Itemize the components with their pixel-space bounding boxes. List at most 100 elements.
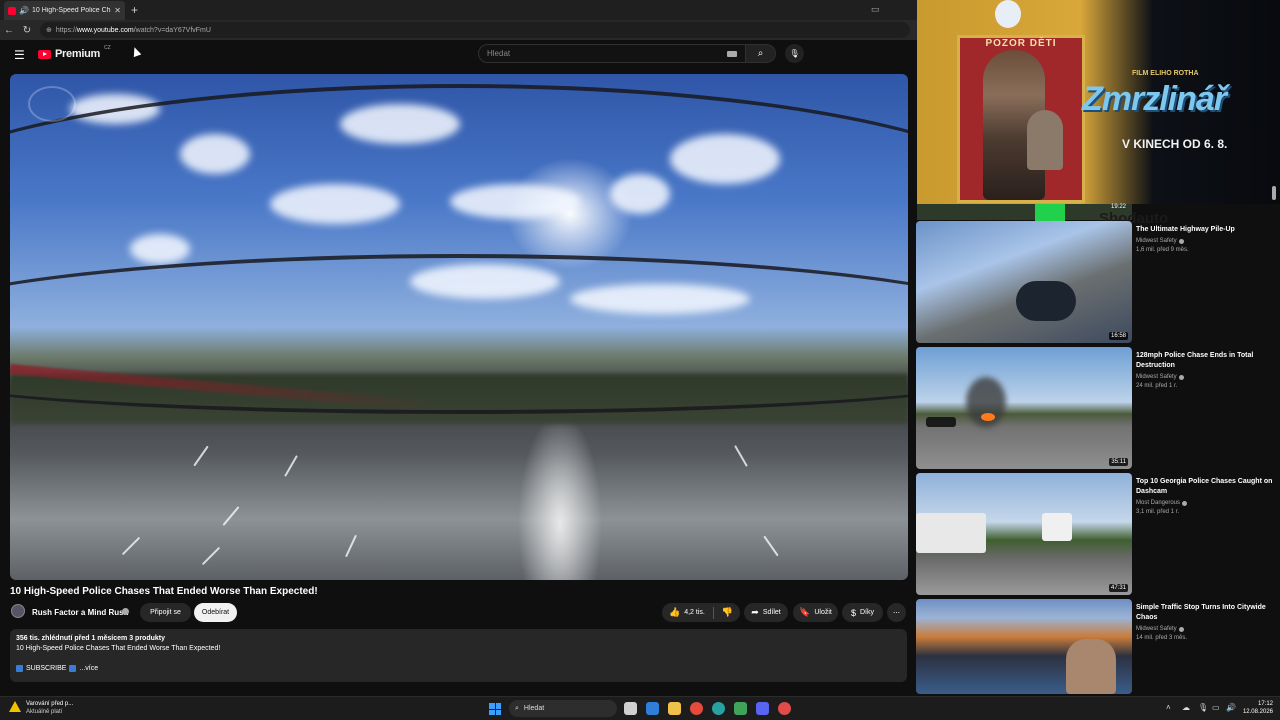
file-explorer-icon[interactable]: [668, 702, 681, 715]
search-icon: ⌕: [515, 704, 519, 712]
ad-release-date: V KINECH OD 6. 8.: [1122, 137, 1228, 151]
youtube-premium-logo[interactable]: Premium CZ: [38, 45, 111, 60]
thanks-button[interactable]: $ Díky: [842, 603, 883, 622]
save-button[interactable]: 🔖 Uložit: [793, 603, 838, 622]
menu-icon[interactable]: ☰: [14, 48, 25, 62]
browser-tab-bar: 🔊 10 High-Speed Police Chases That Ended…: [0, 0, 917, 20]
video-duration: 16:58: [1108, 332, 1128, 340]
more-actions-button[interactable]: ⋯: [887, 603, 906, 622]
more-icon: ⋯: [893, 609, 900, 617]
sidebar-video-item[interactable]: Simple Traffic Stop Turns Into Citywide …: [916, 599, 1280, 694]
video-thumbnail[interactable]: 35:11: [916, 347, 1132, 469]
description-subscribe-line: SUBSCRIBE ...více: [16, 665, 98, 672]
tray-overflow-icon[interactable]: ˄: [1166, 703, 1171, 712]
sidebar-video-item[interactable]: 47:31 Top 10 Georgia Police Chases Caugh…: [916, 473, 1280, 595]
search-placeholder: Hledat: [487, 49, 511, 58]
thumbnail-police-car: [916, 513, 986, 553]
like-count[interactable]: 4,2 tis.: [684, 609, 705, 616]
down-arrow-emoji-icon: [16, 665, 23, 672]
rain-streak: [284, 455, 298, 477]
sidebar-video-item[interactable]: 16:58 The Ultimate Highway Pile-Up Midwe…: [916, 221, 1280, 343]
video-title: 10 High-Speed Police Chases That Ended W…: [10, 586, 318, 597]
task-view-icon[interactable]: [624, 702, 637, 715]
search-input[interactable]: Hledat: [478, 44, 746, 63]
ad-figure-image: [1027, 110, 1063, 170]
divider: [712, 606, 714, 619]
address-bar-row: ← ↻ ⊕ https://www.youtube.com/watch?v=da…: [0, 20, 917, 40]
clock-date: 12.08.2026: [1242, 709, 1273, 715]
video-title: Simple Traffic Stop Turns Into Citywide …: [1136, 604, 1266, 621]
dislike-icon[interactable]: 👎: [722, 607, 733, 618]
windshield-wiper-arc: [10, 334, 908, 414]
window-control-icon[interactable]: ▭: [871, 4, 880, 15]
youtube-play-icon: [38, 49, 51, 59]
video-thumbnail[interactable]: 47:31: [916, 473, 1132, 595]
channel-name: Midwest Safety: [1136, 374, 1177, 380]
channel-name[interactable]: Rush Factor a Mind Rush: [32, 608, 128, 617]
browser-tab[interactable]: 🔊 10 High-Speed Police Chases That Ended…: [4, 1, 125, 20]
save-label: Uložit: [814, 609, 832, 616]
tab-title: 10 High-Speed Police Chases That Ended W…: [31, 7, 111, 14]
video-thumbnail[interactable]: 16:58: [916, 221, 1132, 343]
start-button[interactable]: [489, 703, 501, 715]
microphone-icon[interactable]: 🎙: [1198, 703, 1208, 712]
sidebar-video-item[interactable]: 35:11 128mph Police Chase Ends in Total …: [916, 347, 1280, 469]
new-tab-button[interactable]: +: [131, 3, 138, 17]
rain-streak: [201, 546, 221, 566]
taskbar-search[interactable]: ⌕ Hledat: [509, 700, 617, 717]
system-clock[interactable]: 17:12 12.08.2026: [1241, 700, 1273, 716]
sidebar-scrollbar[interactable]: [1272, 186, 1276, 200]
sidebar-item-partial[interactable]: Shodauto 19:22: [917, 204, 1168, 244]
weather-warning-icon[interactable]: [9, 701, 21, 712]
keyboard-icon[interactable]: [727, 50, 737, 57]
volume-icon[interactable]: 🔊: [1226, 703, 1236, 712]
view-meta: 356 tis. zhlédnutí před 1 měsícem 3 prod…: [16, 635, 165, 642]
rain-streak: [121, 536, 141, 556]
mail-icon[interactable]: [646, 702, 659, 715]
weather-warning-title[interactable]: Varování před p...: [26, 701, 73, 707]
search-icon: ⌕: [757, 48, 764, 59]
advertisement-banner[interactable]: POZOR DĚTI FILM ELIHO ROTHA Zmrzlinář V …: [917, 0, 1280, 204]
video-stats: 24 mil. před 1 r.: [1136, 383, 1178, 389]
store-icon[interactable]: [734, 702, 747, 715]
chrome-icon[interactable]: [690, 702, 703, 715]
verified-icon: [122, 608, 129, 615]
discord-icon[interactable]: [756, 702, 769, 715]
site-info-icon[interactable]: ⊕: [46, 26, 52, 34]
address-field[interactable]: ⊕ https://www.youtube.com/watch?v=daY67V…: [40, 22, 910, 38]
share-button[interactable]: ➦ Sdílet: [744, 603, 788, 622]
video-thumbnail[interactable]: [916, 599, 1132, 694]
show-more-link[interactable]: ...více: [79, 665, 98, 672]
ad-mascot-image: [995, 0, 1021, 28]
app-icon[interactable]: [778, 702, 791, 715]
rain-streak: [734, 445, 748, 467]
audio-playing-icon[interactable]: 🔊: [19, 6, 29, 15]
taskbar-search-label: Hledat: [523, 705, 545, 712]
video-stats: 1,6 mil. před 9 měs.: [1136, 247, 1189, 253]
verified-icon: [1178, 626, 1184, 632]
reload-icon[interactable]: ↻: [18, 25, 36, 36]
channel-name: Midwest Safety: [1136, 626, 1177, 632]
close-tab-icon[interactable]: ✕: [114, 6, 121, 15]
edge-icon[interactable]: [712, 702, 725, 715]
thanks-label: Díky: [860, 609, 874, 616]
back-icon[interactable]: ←: [0, 25, 18, 36]
youtube-favicon-icon: [8, 6, 16, 15]
cloud-icon[interactable]: ☁: [1182, 703, 1190, 712]
voice-search-button[interactable]: 🎙: [785, 44, 804, 63]
description-box[interactable]: 356 tis. zhlédnutí před 1 měsícem 3 prod…: [10, 629, 907, 682]
search-button[interactable]: ⌕: [746, 44, 776, 63]
join-button[interactable]: Připojit se: [140, 603, 191, 622]
network-icon[interactable]: ▭: [1212, 703, 1220, 712]
description-text: 10 High-Speed Police Chases That Ended W…: [16, 645, 221, 652]
video-player[interactable]: [10, 74, 908, 580]
channel-avatar[interactable]: [11, 604, 25, 618]
like-icon[interactable]: 👍: [669, 607, 680, 618]
bookmark-icon: 🔖: [799, 607, 811, 617]
thumbnail-truck: [1042, 513, 1072, 541]
video-title: Top 10 Georgia Police Chases Caught on D…: [1136, 478, 1273, 495]
subscribe-button[interactable]: Odebírat: [194, 603, 237, 622]
windows-taskbar: Varování před p... Aktuálně platí ⌕ Hled…: [0, 696, 1280, 720]
channel-watermark-icon: [28, 86, 76, 122]
video-title: The Ultimate Highway Pile-Up: [1136, 226, 1235, 233]
